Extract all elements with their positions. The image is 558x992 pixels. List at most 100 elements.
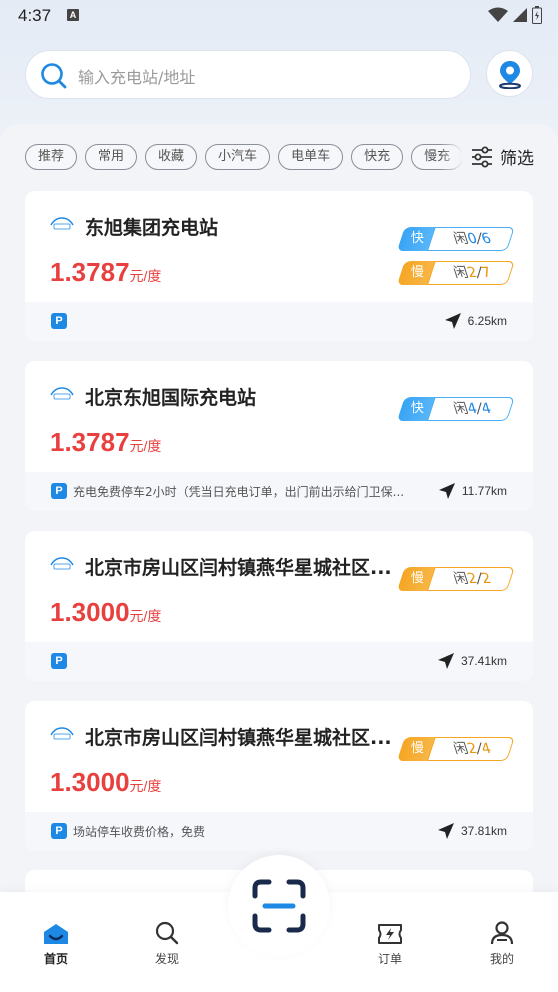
slow-label: 慢: [411, 571, 425, 586]
fast-charger-badge: 快 闲4/4: [397, 397, 515, 421]
chip-common[interactable]: 常用: [85, 144, 138, 170]
station-name: 东旭集团充电站: [85, 217, 219, 239]
search-input[interactable]: 输入充电站/地址: [25, 50, 471, 99]
map-pin-icon: [498, 60, 521, 89]
station-price: 1.3787元/度: [50, 427, 161, 458]
nav-home[interactable]: 首页: [26, 918, 86, 967]
nav-orders[interactable]: 订单: [360, 918, 420, 967]
station-price: 1.3787元/度: [50, 257, 161, 288]
distance-value: 11.77km: [461, 484, 507, 498]
station-card[interactable]: 北京市房山区闫村镇燕华星城社区... 1.3000元/度 慢 闲2/2 P 37…: [25, 531, 533, 681]
navigation-arrow-icon: [437, 823, 454, 839]
navigation-arrow-icon: [444, 313, 461, 329]
filter-fade: [440, 140, 464, 174]
distance: 6.25km: [444, 312, 507, 330]
status-icons: [488, 6, 542, 24]
charger-badges: 慢 闲2/4: [397, 737, 515, 771]
station-card[interactable]: 北京市房山区闫村镇燕华星城社区... 1.3000元/度 慢 闲2/4 P 场站…: [25, 701, 533, 851]
fast-label: 快: [411, 401, 425, 416]
nav-discover-label: 发现: [154, 952, 179, 966]
navigation-arrow-icon: [438, 483, 455, 499]
filter-chips: 推荐 常用 收藏 小汽车 电单车 快充 慢充: [25, 144, 462, 172]
price-unit: 元/度: [129, 608, 162, 624]
search-placeholder: 输入充电站/地址: [78, 68, 196, 87]
card-footer: P 场站停车收费价格，免费 37.81km: [25, 812, 533, 851]
price-unit: 元/度: [129, 268, 162, 284]
parking-note: 场站停车收费价格，免费: [73, 825, 206, 839]
status-time: 4:37: [18, 6, 52, 25]
navigation-arrow-icon: [437, 653, 454, 669]
status-bar: 4:37 A: [0, 0, 558, 32]
fast-total: 4: [478, 401, 494, 417]
chip-car[interactable]: 小汽车: [205, 144, 271, 170]
nav-mine[interactable]: 我的: [472, 918, 532, 967]
distance-value: 37.41km: [460, 654, 507, 668]
filter-button[interactable]: 筛选: [470, 144, 534, 169]
distance-value: 6.25km: [467, 314, 507, 328]
price-value: 1.3787: [50, 427, 130, 457]
parking-icon: P: [51, 313, 67, 329]
home-icon: [44, 924, 68, 944]
parking-icon: P: [51, 483, 67, 499]
slow-charger-badge: 慢 闲2/2: [397, 567, 515, 591]
signal-icon: [513, 8, 527, 22]
order-icon: [378, 924, 402, 944]
filter-icon: [472, 146, 492, 167]
slow-total: 7: [478, 265, 494, 281]
scan-button[interactable]: [228, 855, 330, 957]
chip-recommend[interactable]: 推荐: [25, 144, 78, 170]
slow-total: 4: [478, 741, 494, 757]
station-name: 北京市房山区闫村镇燕华星城社区...: [85, 557, 392, 579]
fast-total: 6: [478, 231, 494, 247]
nav-mine-label: 我的: [489, 952, 514, 966]
card-footer: P 37.41km: [25, 642, 533, 681]
station-logo-icon: [50, 217, 74, 230]
station-price: 1.3000元/度: [50, 597, 161, 628]
slow-total: 2: [478, 571, 494, 587]
parking-icon: P: [51, 653, 67, 669]
card-footer: P 6.25km: [25, 302, 533, 341]
scan-icon: [252, 879, 306, 933]
charger-badges: 慢 闲2/2: [397, 567, 515, 601]
card-footer: P 充电免费停车2小时（凭当日充电订单，出门前出示给门卫保... 11.77km: [25, 472, 533, 511]
chip-favorite[interactable]: 收藏: [145, 144, 198, 170]
notification-icon: A: [67, 9, 79, 21]
station-logo-icon: [50, 727, 74, 740]
wifi-icon: [488, 7, 508, 22]
search-icon: [41, 63, 67, 89]
station-name: 北京市房山区闫村镇燕华星城社区...: [85, 727, 392, 749]
price-unit: 元/度: [129, 438, 162, 454]
search-icon: [155, 921, 179, 945]
fast-charger-badge: 快 闲0/6: [397, 227, 515, 251]
distance: 37.41km: [437, 652, 507, 670]
filter-label: 筛选: [500, 149, 534, 169]
slow-charger-badge: 慢 闲2/7: [397, 261, 515, 285]
slow-label: 慢: [411, 741, 425, 756]
price-unit: 元/度: [129, 778, 162, 794]
slow-charger-badge: 慢 闲2/4: [397, 737, 515, 761]
chip-fast[interactable]: 快充: [351, 144, 404, 170]
chip-ebike[interactable]: 电单车: [278, 144, 344, 170]
price-value: 1.3000: [50, 597, 130, 627]
slow-label: 慢: [411, 265, 425, 280]
price-value: 1.3000: [50, 767, 130, 797]
fast-label: 快: [411, 231, 425, 246]
map-location-button[interactable]: [486, 50, 533, 97]
distance: 37.81km: [437, 822, 507, 840]
parking-note: 充电免费停车2小时（凭当日充电订单，出门前出示给门卫保...: [73, 485, 405, 499]
charger-badges: 快 闲4/4: [397, 397, 515, 431]
station-price: 1.3000元/度: [50, 767, 161, 798]
station-card[interactable]: 东旭集团充电站 1.3787元/度 快 闲0/6 慢 闲2/7 P 6.25km: [25, 191, 533, 341]
parking-icon: P: [51, 823, 67, 839]
nav-home-label: 首页: [43, 952, 68, 966]
nav-discover[interactable]: 发现: [137, 918, 197, 967]
charger-badges: 快 闲0/6 慢 闲2/7: [397, 227, 515, 295]
price-value: 1.3787: [50, 257, 130, 287]
station-logo-icon: [50, 557, 74, 570]
battery-icon: [532, 6, 542, 24]
distance: 11.77km: [438, 482, 507, 500]
station-name: 北京东旭国际充电站: [85, 387, 257, 409]
distance-value: 37.81km: [460, 824, 507, 838]
station-card[interactable]: 北京东旭国际充电站 1.3787元/度 快 闲4/4 P 充电免费停车2小时（凭…: [25, 361, 533, 511]
station-logo-icon: [50, 387, 74, 400]
